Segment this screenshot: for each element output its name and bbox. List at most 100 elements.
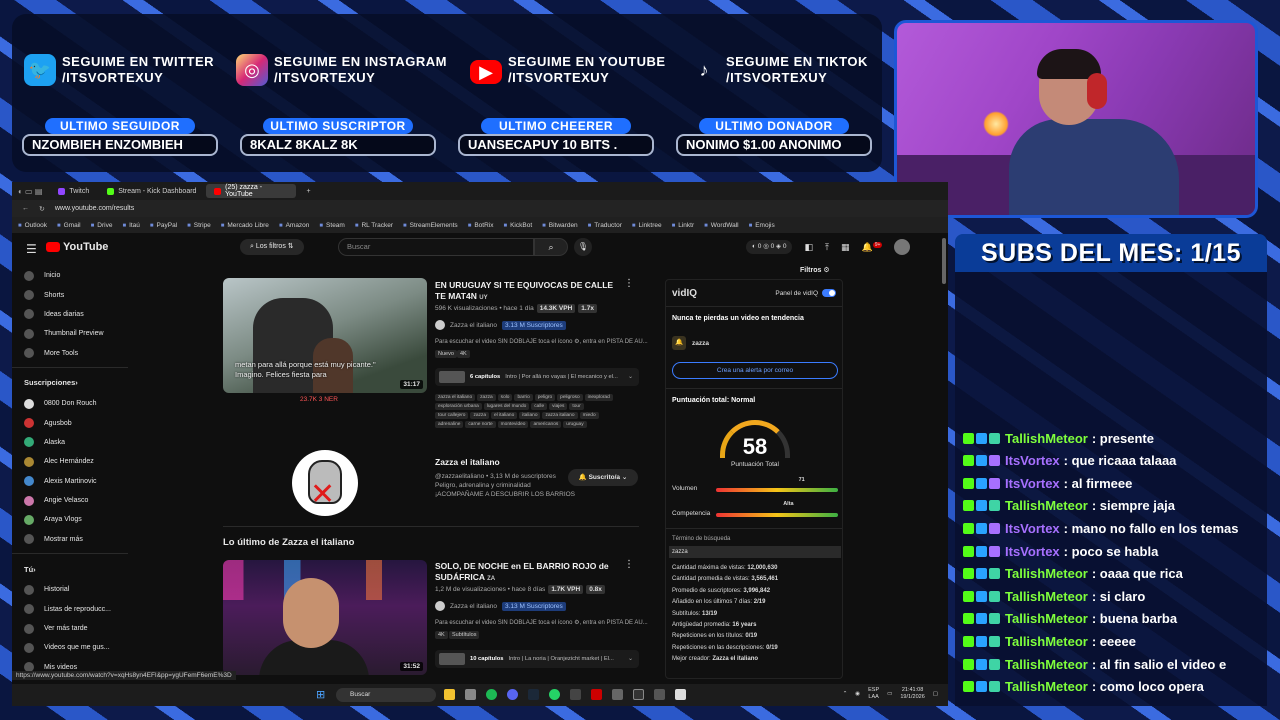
search-input[interactable]: Buscar <box>338 238 534 256</box>
tag[interactable]: el italiano <box>491 412 518 419</box>
channel-name[interactable]: Zazza el italiano <box>435 457 500 468</box>
tag[interactable]: barrio <box>514 394 533 401</box>
tag[interactable]: calle <box>531 403 548 410</box>
tag[interactable]: montevideo <box>497 421 529 428</box>
tag[interactable]: tour <box>569 403 584 410</box>
chat-username[interactable]: TallishMeteor <box>1005 589 1088 604</box>
discord-icon[interactable] <box>507 689 518 700</box>
tag[interactable]: americanos <box>530 421 562 428</box>
you-heading[interactable]: Tú › <box>12 558 128 580</box>
sidebar-subscription[interactable]: Angie Velasco <box>12 491 128 510</box>
sidebar-subscription[interactable]: Alec Hernández <box>12 452 128 471</box>
toggle-switch[interactable] <box>822 289 836 297</box>
sidebar-subscription[interactable]: Mostrar más <box>12 530 128 549</box>
chat-username[interactable]: TallishMeteor <box>1005 498 1088 513</box>
avatar[interactable] <box>894 239 911 255</box>
menu-icon[interactable]: ☰ <box>26 242 37 256</box>
video-title[interactable]: SOLO, DE NOCHE en EL BARRIO ROJO de SUDÁ… <box>435 561 625 585</box>
tag[interactable]: lugares del mundo <box>483 403 530 410</box>
whatsapp-icon[interactable] <box>549 689 560 700</box>
sidebar-item[interactable]: Ideas diarias <box>12 305 128 324</box>
bookmark-item[interactable]: Linktree <box>632 222 662 229</box>
app-icon[interactable] <box>654 689 665 700</box>
filters-link[interactable]: Filtros ⚙ <box>800 266 830 274</box>
bookmark-item[interactable]: Emojis <box>749 222 775 229</box>
more-icon[interactable]: ⋮ <box>624 278 634 289</box>
chat-username[interactable]: TallishMeteor <box>1005 657 1088 672</box>
tab-youtube[interactable]: (25) zazza - YouTube <box>206 184 297 198</box>
sidebar-item[interactable]: More Tools <box>12 344 128 363</box>
more-icon[interactable]: ⋮ <box>624 559 634 570</box>
bookmark-item[interactable]: Stripe <box>187 222 211 229</box>
clock[interactable]: 21:41:08 19/1/2026 <box>900 687 924 701</box>
upload-icon[interactable]: ⤒ <box>825 242 829 253</box>
bookmark-item[interactable]: Drive <box>91 222 112 229</box>
tag[interactable]: adrenaline <box>435 421 464 428</box>
tag[interactable]: peligro <box>534 394 556 401</box>
bookmark-item[interactable]: Gmail <box>57 222 81 229</box>
chat-username[interactable]: ItsVortex <box>1005 544 1060 559</box>
sidebar-subscription[interactable]: Alaska <box>12 433 128 452</box>
channel-row[interactable]: Zazza el italiano 3.13 M Suscriptores <box>435 601 566 611</box>
bookmark-item[interactable]: WordWall <box>704 222 739 229</box>
chat-username[interactable]: TallishMeteor <box>1005 634 1088 649</box>
chat-username[interactable]: ItsVortex <box>1005 476 1060 491</box>
subscriptions-heading[interactable]: Suscripciones › <box>12 372 128 394</box>
search-button[interactable]: ⌕ <box>534 238 568 256</box>
bookmark-item[interactable]: StreamElements <box>403 222 458 229</box>
tag[interactable]: miedo <box>579 412 599 419</box>
sidebar-item[interactable]: Shorts <box>12 285 128 304</box>
bookmark-item[interactable]: PayPal <box>150 222 178 229</box>
chapters-row[interactable]: 10 capítulos Intro | La noria | Oranjezic… <box>435 650 639 668</box>
steam-icon[interactable] <box>528 689 539 700</box>
chat-username[interactable]: ItsVortex <box>1005 521 1060 536</box>
obs-icon[interactable] <box>633 689 644 700</box>
chat-username[interactable]: TallishMeteor <box>1005 611 1088 626</box>
tag[interactable]: zazza el italiano <box>435 394 476 401</box>
video-thumbnail[interactable]: 31:52 <box>223 560 427 675</box>
app-icon[interactable] <box>612 689 623 700</box>
url-field[interactable]: www.youtube.com/results <box>55 205 134 212</box>
tag[interactable]: exploración urbana <box>435 403 482 410</box>
bookmark-item[interactable]: Traductor <box>588 222 622 229</box>
sidebar-item[interactable]: Listas de reproducc... <box>12 599 128 618</box>
tag[interactable]: inexplorad <box>584 394 613 401</box>
tag[interactable]: viajes <box>549 403 568 410</box>
sidebar-item[interactable]: Historial <box>12 580 128 599</box>
apps-icon[interactable]: ▦ <box>841 242 850 253</box>
bookmark-item[interactable]: KickBot <box>503 222 532 229</box>
extension-counter[interactable]: ◐ 0 ◎ 0 ◈ 0 <box>746 240 793 254</box>
new-tab-button[interactable]: + <box>298 184 318 198</box>
tag[interactable]: tour callejero <box>435 412 469 419</box>
tag[interactable]: zazza italiano <box>542 412 578 419</box>
channel-avatar-large[interactable]: ✕ <box>292 450 358 516</box>
app-icon[interactable] <box>465 689 476 700</box>
filters-button[interactable]: ⌕ Los filtros ⇅ <box>240 239 304 255</box>
bookmark-item[interactable]: BotRix <box>468 222 493 229</box>
sidebar-item[interactable]: Thumbnail Preview <box>12 324 128 343</box>
youtube-logo[interactable]: YouTube <box>46 241 108 253</box>
bookmark-item[interactable]: Mercado Libre <box>221 222 269 229</box>
sidebar-subscription[interactable]: 0800 Don Rouch <box>12 394 128 413</box>
sidebar-item[interactable]: Inicio <box>12 266 128 285</box>
subscribed-button[interactable]: 🔔 Suscrito/a ⌄ <box>568 469 638 486</box>
chat-username[interactable]: TallishMeteor <box>1005 679 1088 694</box>
vidiq-panel-toggle[interactable]: Panel de vidIQ <box>775 289 836 297</box>
bookmark-item[interactable]: Steam <box>319 222 345 229</box>
mic-icon[interactable]: 🎙 <box>574 238 592 256</box>
chat-username[interactable]: TallishMeteor <box>1005 431 1088 446</box>
back-icon[interactable]: ← <box>22 205 29 212</box>
reload-icon[interactable]: ↻ <box>39 205 45 213</box>
tag[interactable]: solo <box>497 394 513 401</box>
windows-start-icon[interactable]: ⊞ <box>316 688 325 701</box>
scrollbar[interactable] <box>942 238 946 284</box>
sidebar-subscription[interactable]: Alexis Martinovic <box>12 472 128 491</box>
tag[interactable]: zazza <box>470 412 489 419</box>
notification-center-icon[interactable]: ▢ <box>933 691 938 698</box>
network-icon[interactable]: ▭ <box>887 691 892 698</box>
tray-icon[interactable]: ◉ <box>855 691 860 698</box>
sidebar-subscription[interactable]: Araya Vlogs <box>12 510 128 529</box>
bookmark-item[interactable]: Linktr <box>672 222 694 229</box>
lang-indicator[interactable]: ESP LAA <box>868 687 879 701</box>
spotify-icon[interactable] <box>486 689 497 700</box>
